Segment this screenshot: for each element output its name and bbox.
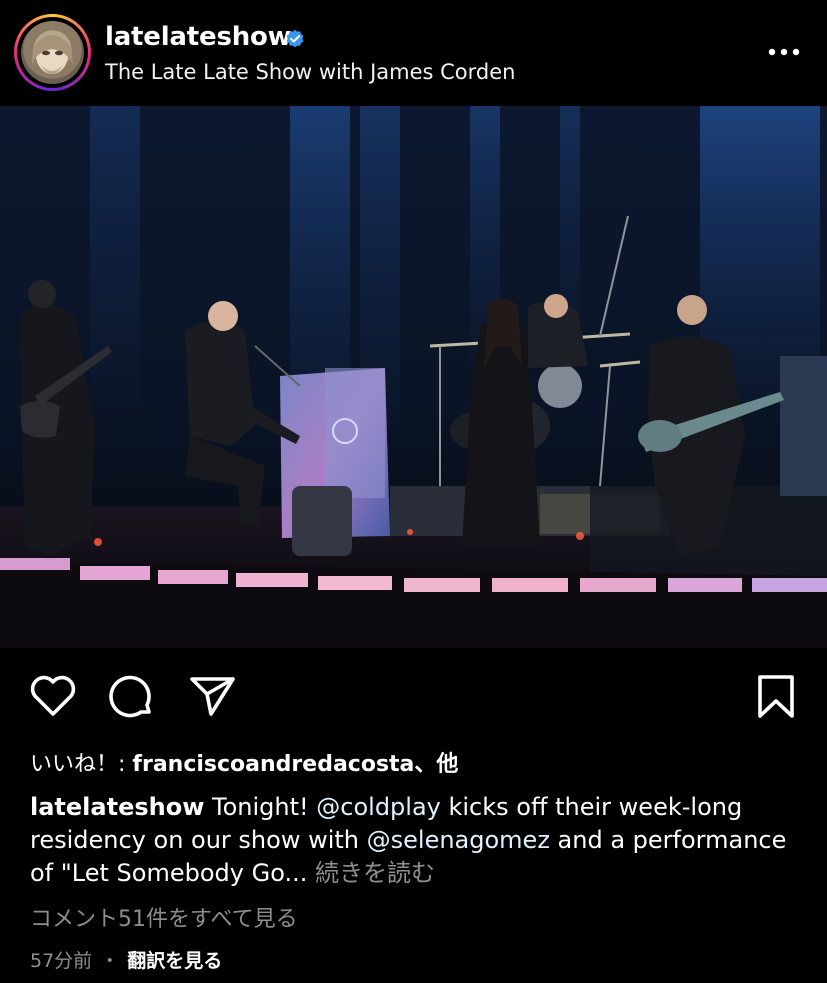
likes-prefix: いいね！: [30,752,133,777]
post-photo[interactable] [0,106,827,648]
bookmark-icon[interactable] [757,674,797,720]
avatar-border [17,17,88,88]
see-translation-link[interactable]: 翻訳を見る [127,950,222,972]
avatar-face [32,35,73,74]
post-timestamp: 57分前 [30,950,93,972]
post-meta: 57分前・翻訳を見る [30,946,222,973]
meta-separator: ・ [100,950,120,972]
likes-first-name[interactable]: franciscoandredacosta [132,752,414,777]
likes-summary[interactable]: いいね！: franciscoandredacosta、他 [30,746,458,778]
read-more-link[interactable]: 続きを読む [315,859,435,887]
action-bar [0,666,827,726]
paper-plane-icon[interactable] [189,674,237,718]
avatar-image [21,21,84,84]
mention-link[interactable]: @coldplay [316,793,441,821]
post-caption: latelateshow Tonight! @coldplay kicks of… [30,791,800,890]
mention-link[interactable]: @selenagomez [367,826,550,854]
view-all-comments-link[interactable]: コメント51件をすべて見る [30,901,298,933]
post-header: latelateshow The Late Late Show with Jam… [0,0,827,106]
caption-account[interactable]: latelateshow [30,793,204,821]
avatar[interactable] [14,14,91,91]
comment-icon[interactable] [108,674,156,720]
username[interactable]: latelateshow [105,22,292,52]
caption-text: Tonight! [204,793,317,821]
heart-icon[interactable] [29,674,77,718]
verified-badge-icon [286,29,304,48]
account-subtitle[interactable]: The Late Late Show with James Corden [105,60,515,84]
more-dots-icon[interactable] [766,42,802,62]
concert-stage-image [0,106,827,648]
likes-suffix[interactable]: 、他 [414,752,458,777]
